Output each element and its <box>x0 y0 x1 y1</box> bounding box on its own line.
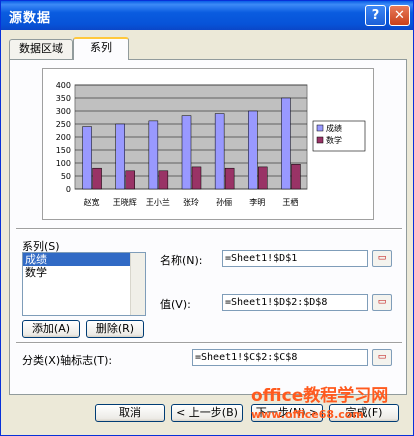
bar-score <box>115 123 125 190</box>
bar-math <box>125 170 135 190</box>
y-tick-label: 250 <box>56 120 71 129</box>
bar-math <box>291 164 301 190</box>
series-listbox[interactable]: 成绩 数学 <box>22 252 146 316</box>
value-input[interactable]: =Sheet1!$D$2:$D$8 <box>222 294 368 311</box>
legend-swatch <box>316 124 324 132</box>
bar-score <box>214 113 225 190</box>
bar-score <box>281 97 291 190</box>
source-data-dialog: 源数据 ? ✕ 数据区域 系列 0 50 100 150 200 250 300 350 400… <box>0 0 414 436</box>
back-button[interactable]: < 上一步(B) <box>171 404 243 422</box>
category-input[interactable]: =Sheet1!$C$2:$C$8 <box>192 349 368 366</box>
legend-swatch <box>316 136 324 144</box>
bar-math <box>191 166 202 190</box>
add-series-button[interactable]: 添加(A) <box>22 320 80 338</box>
y-tick-label: 400 <box>56 81 71 90</box>
chart-preview: 0 50 100 150 200 250 300 350 400 赵宽 王晓辉 王小兰 张玲 孙俪 李明 王栖… <box>42 68 374 220</box>
x-tick-label: 王小兰 <box>146 197 170 207</box>
bar-score <box>82 126 92 190</box>
x-tick-label: 王晓辉 <box>113 197 137 207</box>
y-tick-label: 50 <box>61 172 71 181</box>
chart-svg: 0 50 100 150 200 250 300 350 400 赵宽 王晓辉 王小兰 张玲 孙俪 李明 王栖… <box>56 81 366 207</box>
bar-math <box>158 170 169 190</box>
watermark-title: office教程学习网 <box>251 386 389 406</box>
name-ref-button[interactable]: ▭ <box>372 250 392 267</box>
category-ref-button[interactable]: ▭ <box>372 349 392 366</box>
series-item-score[interactable]: 成绩 <box>23 253 145 266</box>
bar-math <box>92 167 102 190</box>
bar-score <box>248 110 258 190</box>
category-field-label: 分类(X)轴标志(T): <box>22 354 113 367</box>
help-button[interactable]: ? <box>365 5 386 26</box>
value-ref-button[interactable]: ▭ <box>372 294 392 311</box>
bar-math <box>224 167 235 190</box>
y-tick-label: 200 <box>56 133 71 142</box>
name-input[interactable]: =Sheet1!$D$1 <box>222 250 368 267</box>
watermark-url: www.office68.com <box>251 408 364 421</box>
y-tick-label: 150 <box>56 146 71 155</box>
close-button[interactable]: ✕ <box>389 5 410 26</box>
cancel-button[interactable]: 取消 <box>95 404 165 422</box>
bar-score <box>181 115 192 190</box>
x-tick-label: 张玲 <box>183 197 199 207</box>
x-tick-label: 李明 <box>249 197 265 207</box>
series-tab-panel: 0 50 100 150 200 250 300 350 400 赵宽 王晓辉 王小兰 张玲 孙俪 李明 王栖… <box>9 59 407 395</box>
title-bar: 源数据 ? ✕ <box>1 1 413 30</box>
tab-series[interactable]: 系列 <box>73 37 129 60</box>
listbox-scrollbar[interactable] <box>130 253 145 315</box>
y-tick-label: 350 <box>56 94 71 103</box>
site-watermark: office教程学习网 www.office68.com <box>251 381 388 421</box>
bar-math <box>258 166 268 190</box>
dialog-title: 源数据 <box>9 11 52 26</box>
name-field-label: 名称(N): <box>160 254 203 267</box>
legend-label: 数学 <box>326 135 342 145</box>
separator <box>16 342 402 344</box>
series-item-math[interactable]: 数学 <box>23 266 145 279</box>
separator <box>16 228 402 230</box>
tab-data-range[interactable]: 数据区域 <box>9 39 73 59</box>
y-tick-label: 100 <box>56 159 71 168</box>
x-tick-label: 孙俪 <box>216 197 232 207</box>
x-tick-label: 王栖 <box>282 197 298 207</box>
legend-label: 成绩 <box>326 123 342 133</box>
bar-score <box>148 120 159 190</box>
y-tick-label: 0 <box>66 185 71 194</box>
y-tick-label: 300 <box>56 107 71 116</box>
delete-series-button[interactable]: 删除(R) <box>86 320 144 338</box>
value-field-label: 值(V): <box>160 298 191 311</box>
x-tick-label: 赵宽 <box>84 197 100 207</box>
